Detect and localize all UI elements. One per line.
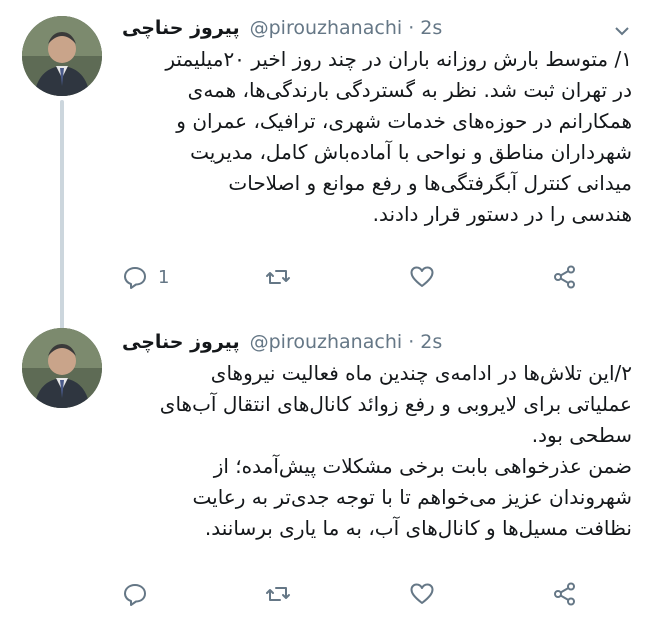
tweet-header: پیروز حناچی @pirouzhanachi · 2s (122, 14, 442, 42)
heart-icon (410, 583, 434, 604)
avatar-photo (22, 16, 102, 96)
tweet-text-line: ضمن عذرخواهی بابت برخی مشکلات پیش‌آمده؛ … (213, 454, 632, 478)
retweet-icon (266, 587, 291, 601)
tweet-text-line: شهرداران مناطق و نواحی با آماده‌باش کامل… (190, 140, 632, 164)
like-button[interactable] (409, 581, 469, 607)
separator-dot: · (408, 17, 415, 39)
tweet-text-line: سطحی بود. (531, 423, 632, 447)
tweet-text-line: ۱/ متوسط بارش روزانه باران در چند روز اخ… (165, 47, 632, 71)
tweet-actions (122, 579, 582, 609)
tweet-text-line: عملیاتی برای لایروبی و رفع زوائد کانال‌ه… (159, 392, 632, 416)
timestamp[interactable]: 2s (420, 17, 442, 39)
tweet-text: ۲/این تلاش‌ها در ادامه‌ی چندین ماه فعالی… (118, 358, 632, 544)
tweet-text-line: هندسی را در دستور قرار دادند. (372, 202, 632, 226)
like-button[interactable] (409, 264, 469, 290)
tweet[interactable]: پیروز حناچی @pirouzhanachi · 2s ۲/این تل… (0, 318, 650, 625)
heart-icon (410, 266, 434, 287)
user-handle[interactable]: @pirouzhanachi (250, 17, 403, 39)
tweet-text-line: میدانی کنترل آبگرفتگی‌ها و رفع موانع و ا… (228, 171, 632, 195)
share-icon (553, 265, 575, 289)
tweet-text-line: در تهران ثبت شد. نظر به گستردگی بارندگی‌… (187, 78, 632, 102)
retweet-button[interactable] (265, 264, 325, 290)
retweet-button[interactable] (265, 581, 325, 607)
tweet-text-line: نظافت مسیل‌ها و کانال‌های آب، به ما یاری… (204, 516, 632, 540)
reply-button[interactable]: 1 (122, 264, 182, 290)
tweet-text-line: همکارانم در حوزه‌های خدمات شهری، ترافیک،… (176, 109, 632, 133)
reply-icon (124, 584, 146, 606)
avatar-photo (22, 328, 102, 408)
reply-count: 1 (158, 266, 170, 288)
display-name[interactable]: پیروز حناچی (122, 331, 240, 353)
reply-icon (124, 267, 146, 289)
tweet-text-line: شهروندان عزیز می‌خواهم تا با توجه جدی‌تر… (192, 485, 632, 509)
chevron-down-icon[interactable] (614, 22, 630, 36)
tweet[interactable]: پیروز حناچی @pirouzhanachi · 2s ۱/ متوسط… (0, 0, 650, 318)
tweet-text-line: ۲/این تلاش‌ها در ادامه‌ی چندین ماه فعالی… (210, 361, 632, 385)
share-button[interactable] (552, 264, 582, 290)
display-name[interactable]: پیروز حناچی (122, 17, 240, 39)
retweet-icon (266, 270, 291, 284)
tweet-text: ۱/ متوسط بارش روزانه باران در چند روز اخ… (118, 44, 632, 230)
share-icon (553, 582, 575, 606)
user-handle[interactable]: @pirouzhanachi (250, 331, 403, 353)
reply-button[interactable] (122, 581, 182, 607)
tweet-header: پیروز حناچی @pirouzhanachi · 2s (122, 328, 442, 356)
separator-dot: · (408, 331, 415, 353)
avatar[interactable] (22, 328, 102, 408)
share-button[interactable] (552, 581, 582, 607)
avatar[interactable] (22, 16, 102, 96)
tweet-actions: 1 (122, 262, 582, 292)
timestamp[interactable]: 2s (420, 331, 442, 353)
